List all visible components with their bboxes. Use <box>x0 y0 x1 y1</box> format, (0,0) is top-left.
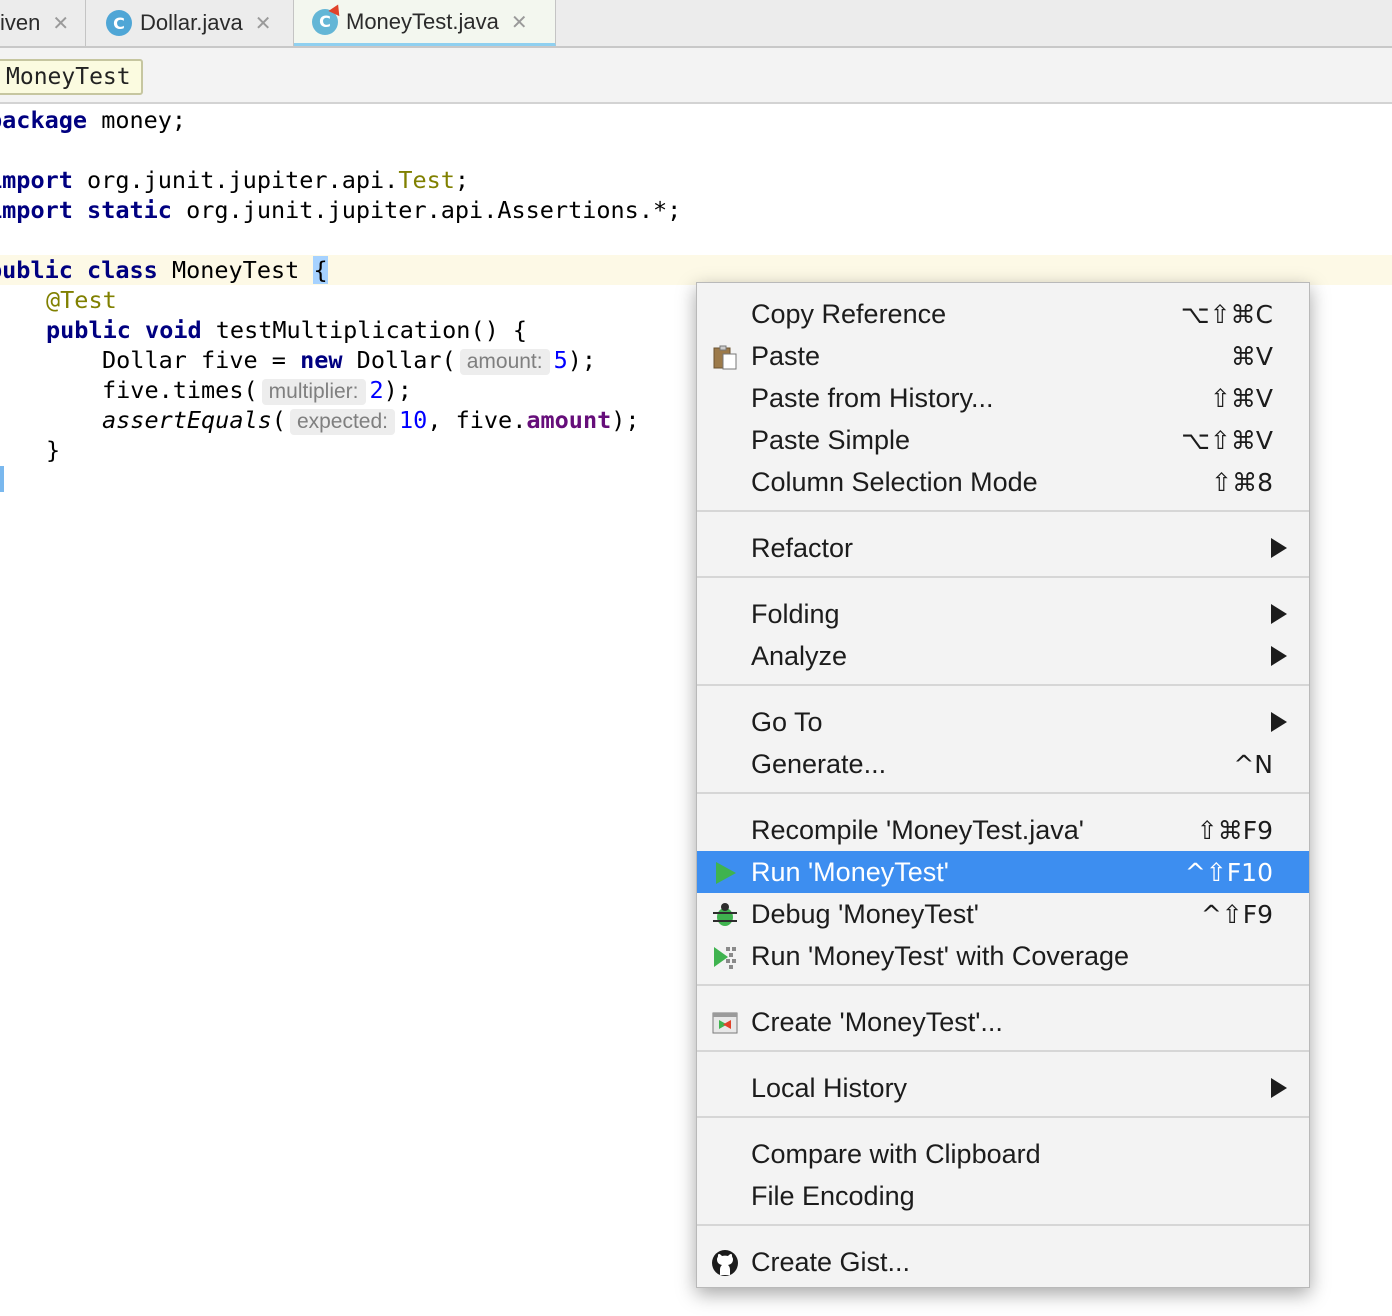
menu-item-analyze[interactable]: Analyze <box>697 635 1309 677</box>
matched-brace: { <box>313 256 328 284</box>
code-line: } <box>46 436 61 464</box>
test-class-icon: C <box>312 1 344 35</box>
code-line: import org.junit.jupiter.api.Test; <box>0 166 470 194</box>
close-icon[interactable]: ✕ <box>52 11 69 35</box>
code-line: package money; <box>0 106 187 134</box>
menu-separator <box>697 510 1309 512</box>
menu-item-create-run-config[interactable]: Create 'MoneyTest'... <box>697 1001 1309 1043</box>
menu-item-local-history[interactable]: Local History <box>697 1067 1309 1109</box>
menu-separator <box>697 1116 1309 1118</box>
submenu-arrow-icon <box>1271 538 1287 558</box>
menu-item-folding[interactable]: Folding <box>697 593 1309 635</box>
menu-separator <box>697 1224 1309 1226</box>
editor-context-menu: Copy Reference ⌥⇧⌘C Paste ⌘V Paste from Hi… <box>696 282 1310 1288</box>
code-line: @Test <box>46 286 117 314</box>
menu-item-paste-from-history[interactable]: Paste from History... ⇧⌘V <box>697 377 1309 419</box>
menu-item-create-gist[interactable]: Create Gist... <box>697 1241 1309 1283</box>
menu-item-refactor[interactable]: Refactor <box>697 527 1309 569</box>
menu-item-go-to[interactable]: Go To <box>697 701 1309 743</box>
code-line: assertEquals(expected: 10, five.amount); <box>102 406 640 435</box>
close-icon[interactable]: ✕ <box>255 11 272 35</box>
menu-item-paste[interactable]: Paste ⌘V <box>697 335 1309 377</box>
submenu-arrow-icon <box>1271 1078 1287 1098</box>
menu-separator <box>697 1050 1309 1052</box>
menu-item-compare-with-clipboard[interactable]: Compare with Clipboard <box>697 1133 1309 1175</box>
tab-dollar-java[interactable]: C Dollar.java ✕ <box>86 0 294 46</box>
coverage-icon <box>714 947 736 969</box>
class-icon: C <box>106 10 132 36</box>
parameter-hint: multiplier: <box>261 379 366 405</box>
close-icon[interactable]: ✕ <box>511 10 528 34</box>
run-config-icon <box>712 1012 738 1034</box>
submenu-arrow-icon <box>1271 604 1287 624</box>
menu-separator <box>697 792 1309 794</box>
menu-item-column-selection-mode[interactable]: Column Selection Mode ⇧⌘8 <box>697 461 1309 503</box>
tab-label: MoneyTest.java <box>346 8 499 34</box>
menu-item-generate[interactable]: Generate... ^N <box>697 743 1309 785</box>
menu-item-debug[interactable]: Debug 'MoneyTest' ^⇧F9 <box>697 893 1309 935</box>
clipboard-icon <box>713 345 737 370</box>
submenu-arrow-icon <box>1271 646 1287 666</box>
submenu-arrow-icon <box>1271 712 1287 732</box>
run-icon <box>716 862 736 884</box>
menu-item-copy-reference[interactable]: Copy Reference ⌥⇧⌘C <box>697 293 1309 335</box>
code-line: public void testMultiplication() { <box>46 316 528 344</box>
tab-label: Dollar.java <box>140 10 243 35</box>
breadcrumb-bar: MoneyTest <box>0 48 1392 104</box>
code-line: public class MoneyTest { <box>0 256 328 284</box>
tab-moneytest-java[interactable]: C MoneyTest.java ✕ <box>294 0 556 46</box>
menu-item-paste-simple[interactable]: Paste Simple ⌥⇧⌘V <box>697 419 1309 461</box>
menu-item-run[interactable]: Run 'MoneyTest' ^⇧F10 <box>697 851 1309 893</box>
code-line: five.times(multiplier: 2); <box>102 376 412 405</box>
gutter-marker <box>0 466 4 492</box>
menu-separator <box>697 684 1309 686</box>
menu-separator <box>697 984 1309 986</box>
menu-item-recompile[interactable]: Recompile 'MoneyTest.java' ⇧⌘F9 <box>697 809 1309 851</box>
menu-item-run-with-coverage[interactable]: Run 'MoneyTest' with Coverage <box>697 935 1309 977</box>
tab-label: iven <box>0 10 41 35</box>
code-line: import static org.junit.jupiter.api.Asse… <box>0 196 682 224</box>
breadcrumb[interactable]: MoneyTest <box>0 59 143 95</box>
editor-tab-bar: iven ✕ C Dollar.java ✕ C MoneyTest.java … <box>0 0 1392 48</box>
code-line: Dollar five = new Dollar(amount: 5); <box>102 346 597 375</box>
tab-maven[interactable]: iven ✕ <box>0 0 86 46</box>
github-icon <box>712 1250 738 1276</box>
parameter-hint: expected: <box>289 409 396 435</box>
parameter-hint: amount: <box>459 349 550 375</box>
menu-item-file-encoding[interactable]: File Encoding <box>697 1175 1309 1217</box>
debug-icon <box>713 903 737 926</box>
menu-separator <box>697 576 1309 578</box>
